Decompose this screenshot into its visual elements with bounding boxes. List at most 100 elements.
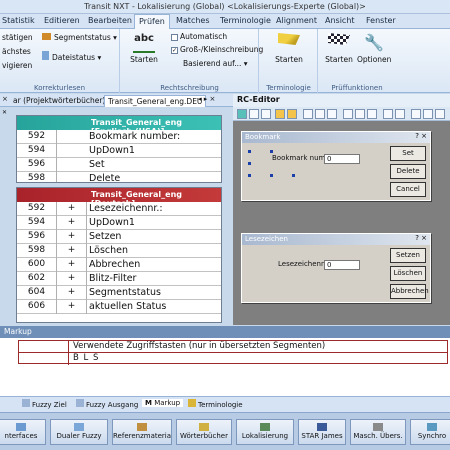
- segment-text[interactable]: Segmentstatus: [89, 286, 161, 299]
- spellcheck-start-button[interactable]: abc Starten: [127, 33, 161, 64]
- dialog-title: Bookmark: [245, 133, 281, 141]
- toolbar-icon[interactable]: [383, 109, 393, 119]
- table-row[interactable]: 594 UpDown1: [17, 144, 221, 158]
- dialog-bookmark[interactable]: Bookmark ? × Bookmark number 0 Set Delet…: [241, 131, 431, 201]
- tab-statistik[interactable]: Statistik: [2, 16, 35, 25]
- tab-fuzzy-ausgang[interactable]: Fuzzy Ausgang: [76, 399, 138, 409]
- dateistatus-button[interactable]: Dateistatus ▾: [42, 51, 101, 62]
- naechstes-item[interactable]: ächstes: [2, 47, 31, 56]
- referenzmaterial-button[interactable]: Referenzmaterial: [112, 419, 172, 445]
- abbrechen-button[interactable]: Abbrechen: [390, 284, 429, 299]
- selection-handle[interactable]: [292, 174, 295, 177]
- lokalisierung-button[interactable]: Lokalisierung: [236, 419, 294, 445]
- segment-text[interactable]: Bookmark number:: [89, 130, 180, 143]
- toolbar-icon[interactable]: [355, 109, 365, 119]
- optionen-button[interactable]: 🔧 Optionen: [357, 33, 391, 64]
- table-row[interactable]: 598 + Löschen: [17, 244, 221, 258]
- dialog-lesezeichen[interactable]: Lesezeichen ? × Lesezeichennr. 0 Setzen …: [241, 233, 431, 303]
- segment-text[interactable]: Lesezeichennr.:: [89, 202, 163, 215]
- table-row[interactable]: 594 + UpDown1: [17, 216, 221, 230]
- selection-handle[interactable]: [248, 162, 251, 165]
- gross-klein-checkbox[interactable]: ✓ Groß-/Kleinschreibung: [171, 45, 263, 54]
- toolbar-icon[interactable]: [395, 109, 405, 119]
- tab-terminologie-bottom[interactable]: Terminologie: [188, 399, 243, 409]
- loeschen-button[interactable]: Löschen: [390, 266, 426, 281]
- toolbar-icon[interactable]: [327, 109, 337, 119]
- basierend-dropdown[interactable]: Basierend auf... ▾: [183, 59, 248, 68]
- tab-bearbeiten[interactable]: Bearbeiten: [88, 16, 132, 25]
- tab-alignment[interactable]: Alignment: [276, 16, 317, 25]
- segment-text[interactable]: Setzen: [89, 230, 121, 243]
- tab-nav-arrows-icon[interactable]: ◂ ▸ ×: [198, 95, 215, 103]
- selection-handle[interactable]: [248, 174, 251, 177]
- tab-matches[interactable]: Matches: [176, 16, 210, 25]
- check-start-button[interactable]: Starten: [323, 33, 355, 64]
- setzen-button[interactable]: Setzen: [390, 248, 426, 263]
- dualer-fuzzy-button[interactable]: Dualer Fuzzy: [50, 419, 108, 445]
- tab-fenster[interactable]: Fenster: [366, 16, 396, 25]
- segment-text[interactable]: aktuellen Status: [89, 300, 166, 313]
- tab-markup[interactable]: M Markup: [142, 399, 184, 407]
- table-row[interactable]: 596 + Setzen: [17, 230, 221, 244]
- table-row[interactable]: 592 + Lesezeichennr.:: [17, 202, 221, 216]
- toolbar-icon[interactable]: [261, 109, 271, 119]
- table-row[interactable]: 598 Delete: [17, 172, 221, 182]
- interfaces-button[interactable]: nterfaces: [0, 419, 46, 445]
- tab-projektwoerterbuecher[interactable]: ar (Projektwörterbücher): [10, 95, 108, 107]
- toolbar-icon[interactable]: [411, 109, 421, 119]
- automatisch-checkbox[interactable]: Automatisch: [171, 32, 227, 41]
- set-button[interactable]: Set: [390, 146, 426, 161]
- tab-terminologie[interactable]: Terminologie: [220, 16, 271, 25]
- segment-text[interactable]: Set: [89, 158, 105, 171]
- segment-text[interactable]: Abbrechen: [89, 258, 140, 271]
- toolbar-icon[interactable]: [367, 109, 377, 119]
- toolbar-icon[interactable]: [249, 109, 259, 119]
- wrench-icon: 🔧: [364, 33, 384, 52]
- help-close-icon[interactable]: ? ×: [415, 234, 427, 242]
- tab-transit-general[interactable]: Transit_General_eng.DEU: [104, 95, 207, 107]
- toolbar-icon[interactable]: [435, 109, 445, 119]
- star-james-button[interactable]: STAR James: [298, 419, 346, 445]
- toolbar-icon[interactable]: [287, 109, 297, 119]
- selection-handle[interactable]: [248, 150, 251, 153]
- segment-text[interactable]: Löschen: [89, 244, 128, 257]
- navigieren-item[interactable]: vigieren: [2, 61, 32, 70]
- segment-text[interactable]: UpDown1: [89, 144, 135, 157]
- ribbon: stätigen ächstes vigieren Segmentstatus …: [0, 29, 450, 93]
- toolbar-icon[interactable]: [303, 109, 313, 119]
- tab-editieren[interactable]: Editieren: [44, 16, 80, 25]
- segment-text[interactable]: Delete: [89, 172, 120, 182]
- table-row[interactable]: 602 + Blitz-Filter: [17, 272, 221, 286]
- help-close-icon[interactable]: ? ×: [415, 132, 427, 140]
- segment-text[interactable]: UpDown1: [89, 216, 135, 229]
- toolbar-icon[interactable]: [237, 109, 247, 119]
- close-icon[interactable]: ×: [2, 95, 8, 103]
- selection-handle[interactable]: [270, 174, 273, 177]
- toolbar-icon[interactable]: [343, 109, 353, 119]
- toolbar-icon[interactable]: [315, 109, 325, 119]
- terminology-start-button[interactable]: Starten: [270, 33, 308, 64]
- tab-pruefen[interactable]: Prüfen: [134, 14, 170, 29]
- table-row[interactable]: 606 + aktuellen Status: [17, 300, 221, 314]
- close-icon[interactable]: ✕: [2, 109, 7, 116]
- bookmark-number-input[interactable]: 0: [324, 154, 360, 164]
- segment-text[interactable]: Blitz-Filter: [89, 272, 136, 285]
- selection-handle[interactable]: [270, 150, 273, 153]
- delete-button[interactable]: Delete: [390, 164, 426, 179]
- bestaetigen-item[interactable]: stätigen: [2, 33, 33, 42]
- tab-fuzzy-ziel[interactable]: Fuzzy Ziel: [22, 399, 67, 409]
- woerterbuecher-button[interactable]: Wörterbücher: [176, 419, 232, 445]
- dateistatus-label: Dateistatus: [52, 53, 96, 62]
- lesezeichen-number-input[interactable]: 0: [324, 260, 360, 270]
- cancel-button[interactable]: Cancel: [390, 182, 426, 197]
- table-row[interactable]: 596 Set: [17, 158, 221, 172]
- synchro-button[interactable]: Synchro: [410, 419, 450, 445]
- table-row[interactable]: 592 Bookmark number:: [17, 130, 221, 144]
- table-row[interactable]: 600 + Abbrechen: [17, 258, 221, 272]
- table-row[interactable]: 604 + Segmentstatus: [17, 286, 221, 300]
- toolbar-icon[interactable]: [275, 109, 285, 119]
- tab-ansicht[interactable]: Ansicht: [325, 16, 355, 25]
- masch-uebers-button[interactable]: Masch. Übers.: [350, 419, 406, 445]
- toolbar-icon[interactable]: [423, 109, 433, 119]
- segmentstatus-button[interactable]: Segmentstatus ▾: [42, 33, 117, 42]
